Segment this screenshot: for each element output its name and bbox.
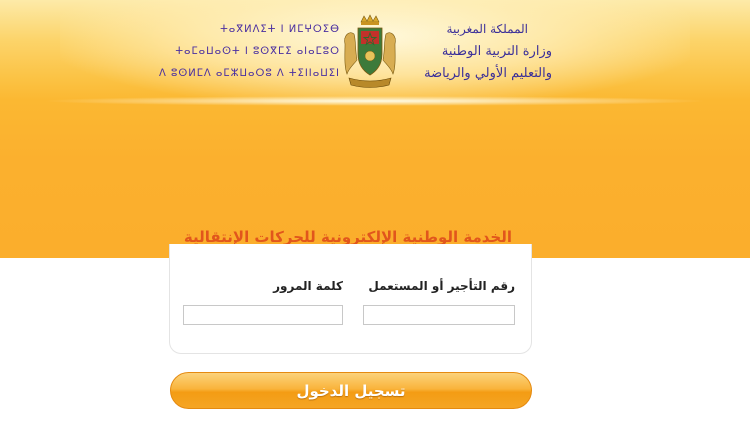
- tifinagh-line-3: ⴷ ⵓⵙⵍⵎⴷ ⴰⵎⵣⵡⴰⵔⵓ ⴷ ⵜⵉⵏⵏⴰⵡⵉⵏ: [158, 68, 340, 79]
- tifinagh-line-1: ⵜⴰⴳⵍⴷⵉⵜ ⵏ ⵍⵎⵖⵔⵉⴱ: [220, 24, 340, 35]
- password-input[interactable]: [183, 305, 343, 325]
- login-button[interactable]: تسجيل الدخول: [170, 372, 532, 409]
- header-shine: [40, 96, 710, 106]
- login-card: [169, 244, 532, 354]
- ministry-name-line-1: وزارة التربية الوطنية: [441, 44, 552, 59]
- user-id-input[interactable]: [363, 305, 515, 325]
- royal-emblem-icon: [344, 14, 396, 88]
- ministry-name-line-2: والتعليم الأولي والرياضة: [424, 66, 552, 81]
- password-label: كلمة المرور: [273, 279, 343, 293]
- tifinagh-line-2: ⵜⴰⵎⴰⵡⴰⵙⵜ ⵏ ⵓⵙⴳⵎⵉ ⴰⵏⴰⵎⵓⵔ: [175, 46, 340, 57]
- user-id-label: رقم التأجير أو المستعمل: [368, 279, 515, 293]
- kingdom-name: المملكة المغربية: [446, 22, 528, 36]
